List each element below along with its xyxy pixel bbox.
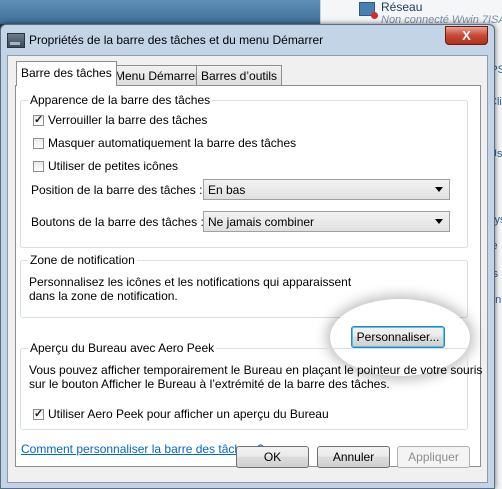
aero-peek-group-label: Aperçu du Bureau avec Aero Peek <box>28 341 217 355</box>
tab-taskbar[interactable]: Barre des tâches <box>16 61 117 86</box>
window-title: Propriétés de la barre des tâches et du … <box>29 33 324 47</box>
autohide-option[interactable]: Masquer automatiquement la barre des tâc… <box>33 136 296 150</box>
appearance-group-label: Apparence de la barre des tâches <box>28 93 213 107</box>
autohide-label: Masquer automatiquement la barre des tâc… <box>48 136 297 150</box>
cancel-button[interactable]: Annuler <box>317 446 390 468</box>
buttons-select-value: Ne jamais combiner <box>208 215 315 229</box>
position-label: Position de la barre des tâches : <box>31 183 203 197</box>
aero-peek-checkbox[interactable] <box>33 407 44 420</box>
notification-group-label: Zone de notification <box>28 253 137 267</box>
position-select[interactable]: En bas <box>203 179 450 200</box>
small-icons-label: Utiliser de petites icônes <box>48 159 179 173</box>
close-button[interactable]: X <box>445 26 488 45</box>
chevron-down-icon <box>435 187 443 192</box>
taskbar-properties-window: Propriétés de la barre des tâches et du … <box>0 24 495 489</box>
buttons-label: Boutons de la barre des tâches : <box>31 215 204 229</box>
network-title[interactable]: Réseau <box>381 0 422 14</box>
aero-peek-group: Aperçu du Bureau avec Aero Peek Vous pou… <box>20 341 482 430</box>
lock-taskbar-label: Verrouiller la barre des tâches <box>48 113 208 127</box>
small-icons-checkbox[interactable] <box>33 160 44 172</box>
tab-toolbars[interactable]: Barres d’outils <box>196 65 283 85</box>
tab-panel-taskbar: Apparence de la barre des tâches Verroui… <box>15 85 482 467</box>
position-select-value: En bas <box>208 183 246 197</box>
help-link[interactable]: Comment personnaliser la barre des tâche… <box>21 442 264 456</box>
notification-text-line2: dans la zone de notification. <box>29 289 178 303</box>
lock-taskbar-checkbox[interactable] <box>33 113 44 126</box>
title-bar[interactable]: Propriétés de la barre des tâches et du … <box>1 25 494 55</box>
aero-peek-label: Utiliser Aero Peek pour afficher un aper… <box>48 407 329 421</box>
buttons-select[interactable]: Ne jamais combiner <box>203 211 450 232</box>
lock-taskbar-option[interactable]: Verrouiller la barre des tâches <box>33 113 207 127</box>
tab-start-menu[interactable]: Menu Démarrer <box>110 65 205 85</box>
apply-button[interactable]: Appliquer <box>397 446 470 468</box>
customize-button[interactable]: Personnaliser... <box>351 326 445 348</box>
taskbar-icon <box>7 33 25 48</box>
aero-peek-text-line2: sur le bouton Afficher le Bureau à l’ext… <box>29 377 390 391</box>
chevron-down-icon <box>435 219 443 224</box>
appearance-group: Apparence de la barre des tâches Verroui… <box>20 93 468 248</box>
dialog-client-area: Barre des tâches Menu Démarrer Barres d’… <box>7 55 488 483</box>
aero-peek-text-line1: Vous pouvez afficher temporairement le B… <box>29 363 483 377</box>
aero-peek-option[interactable]: Utiliser Aero Peek pour afficher un aper… <box>33 407 329 421</box>
ok-button[interactable]: OK <box>236 446 309 468</box>
notification-text-line1: Personnalisez les icônes et les notifica… <box>29 275 352 289</box>
network-icon <box>359 2 378 19</box>
autohide-checkbox[interactable] <box>33 137 44 149</box>
small-icons-option[interactable]: Utiliser de petites icônes <box>33 159 178 173</box>
